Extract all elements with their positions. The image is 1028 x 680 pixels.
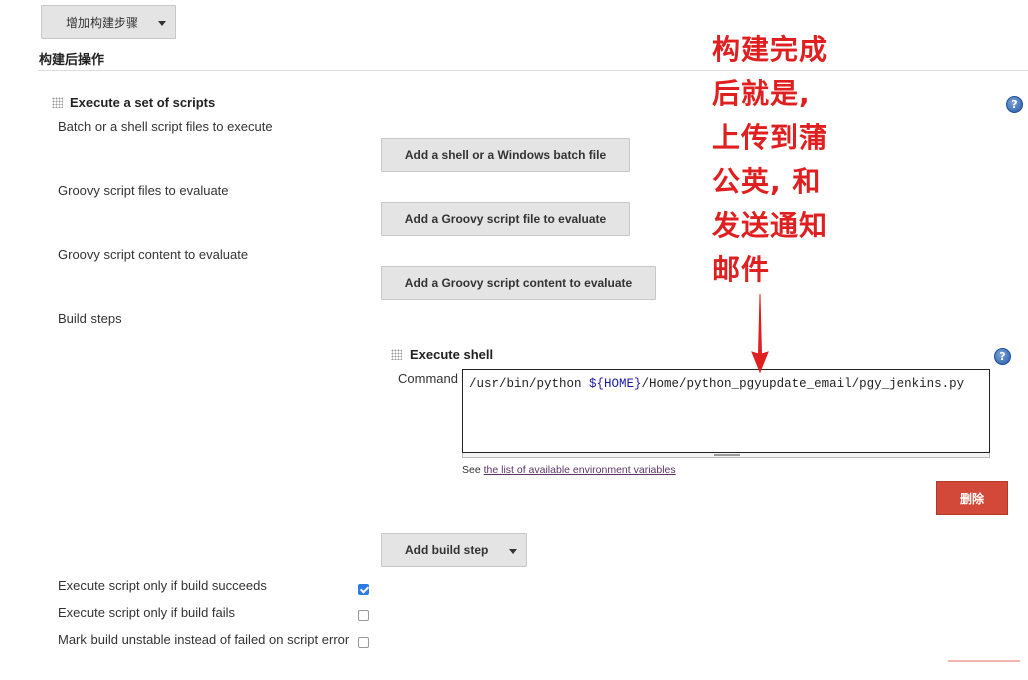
env-vars-note: See the list of available environment va… [462, 464, 676, 476]
chevron-down-icon [509, 549, 517, 554]
drag-handle-icon[interactable] [391, 349, 402, 360]
add-groovy-content-button[interactable]: Add a Groovy script content to evaluate [381, 266, 656, 300]
help-icon[interactable]: ? [994, 348, 1011, 365]
command-label: Command [398, 371, 458, 386]
env-vars-link[interactable]: the list of available environment variab… [484, 464, 676, 476]
groovy-files-label: Groovy script files to evaluate [58, 183, 229, 198]
option-checkbox-unstable[interactable] [358, 637, 369, 648]
help-icon[interactable]: ? [1006, 96, 1023, 113]
build-steps-label: Build steps [58, 311, 122, 326]
delete-button[interactable]: 删除 [936, 481, 1008, 515]
annotation-line: 邮件 [712, 253, 771, 286]
groovy-content-label: Groovy script content to evaluate [58, 247, 249, 262]
add-shell-batch-button[interactable]: Add a shell or a Windows batch file [381, 138, 630, 172]
section-title-post-build: 构建后操作 [39, 52, 105, 67]
annotation-text: 构建完成 后就是, 上传到蒲 公英, 和 发送通知 邮件 [712, 28, 828, 292]
command-suffix: /Home/python_pgyupdate_email/pgy_jenkins… [641, 377, 965, 391]
option-label-unstable: Mark build unstable instead of failed on… [58, 632, 350, 647]
add-build-step-button[interactable]: Add build step [381, 533, 527, 567]
batch-script-label: Batch or a shell script files to execute [58, 119, 273, 134]
add-groovy-file-button[interactable]: Add a Groovy script file to evaluate [381, 202, 630, 236]
option-checkbox-succeeds[interactable] [358, 584, 369, 595]
command-textarea[interactable]: /usr/bin/python ${HOME}/Home/python_pgyu… [462, 369, 990, 453]
add-build-step-label: Add build step [405, 543, 489, 557]
chevron-down-icon [158, 21, 166, 26]
annotation-line: 公英, 和 [712, 165, 822, 198]
add-build-step-dropdown-label: 增加构建步骤 [66, 15, 139, 30]
option-checkbox-fails[interactable] [358, 610, 369, 621]
annotation-arrow-icon [751, 293, 769, 374]
section-divider [38, 70, 1028, 71]
option-label-succeeds: Execute script only if build succeeds [58, 578, 267, 593]
resize-grip-icon [714, 454, 740, 456]
annotation-line: 构建完成 [712, 33, 829, 66]
scripts-block-title: Execute a set of scripts [70, 95, 216, 110]
add-build-step-dropdown[interactable]: 增加构建步骤 [41, 5, 176, 39]
option-label-fails: Execute script only if build fails [58, 605, 236, 620]
execute-shell-title: Execute shell [410, 347, 494, 362]
annotation-line: 上传到蒲 [712, 121, 829, 154]
command-variable: ${HOME} [589, 377, 642, 391]
annotation-line: 发送通知 [712, 209, 829, 242]
drag-handle-icon[interactable] [52, 97, 63, 108]
see-text: See [462, 464, 484, 476]
command-prefix: /usr/bin/python [469, 377, 590, 391]
partial-red-button-edge[interactable] [948, 660, 1020, 680]
textarea-resize-handle[interactable] [462, 453, 990, 458]
annotation-line: 后就是, [712, 77, 811, 110]
